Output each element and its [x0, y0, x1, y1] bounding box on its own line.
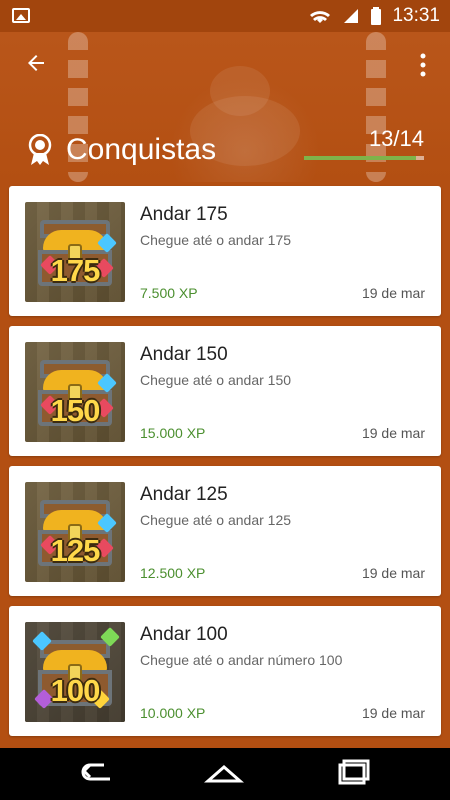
- achievement-card[interactable]: 125 Andar 125 Chegue até o andar 125 12.…: [9, 466, 441, 596]
- achievements-title: Conquistas: [66, 133, 217, 166]
- battery-icon: [371, 7, 382, 25]
- achievement-xp: 12.500 XP: [140, 565, 206, 581]
- nav-recents-icon[interactable]: [330, 757, 374, 791]
- achievement-date: 19 de mar: [361, 285, 425, 301]
- page-title: Conquistas: [26, 134, 216, 166]
- achievement-thumb-number: 125: [50, 533, 101, 568]
- achievement-title: Andar 175: [140, 204, 228, 225]
- achievement-thumbnail: 100: [25, 622, 125, 722]
- achievement-progress-text: 13/14: [368, 126, 424, 151]
- system-navigation-bar: [0, 748, 450, 800]
- wifi-icon: [310, 11, 331, 23]
- achievement-date: 19 de mar: [361, 425, 425, 441]
- status-icons: 13:31: [308, 5, 440, 27]
- achievement-card[interactable]: 175 Andar 175 Chegue até o andar 175 7.5…: [9, 186, 441, 316]
- achievement-card[interactable]: 100 Andar 100 Chegue até o andar número …: [9, 606, 441, 736]
- achievement-description: Chegue até o andar número 100: [140, 652, 343, 668]
- status-bar: 13:31: [0, 0, 450, 32]
- achievement-date: 19 de mar: [361, 565, 425, 581]
- achievement-xp: 7.500 XP: [140, 285, 198, 301]
- status-time: 13:31: [392, 5, 440, 26]
- more-vertical-icon[interactable]: [420, 53, 426, 77]
- achievement-thumbnail: 125: [25, 482, 125, 582]
- achievement-title: Andar 125: [140, 484, 228, 505]
- arrow-left-icon[interactable]: [24, 51, 48, 75]
- achievement-description: Chegue até o andar 150: [140, 372, 292, 388]
- achievement-thumbnail: 175: [25, 202, 125, 302]
- achievement-xp: 10.000 XP: [140, 705, 206, 721]
- achievement-thumbnail: 150: [25, 342, 125, 442]
- signal-icon: [344, 9, 359, 23]
- achievement-description: Chegue até o andar 125: [140, 512, 292, 528]
- achievement-progress-fill: [304, 156, 416, 160]
- image-icon: [12, 8, 30, 23]
- nav-back-icon[interactable]: [76, 757, 120, 791]
- achievement-list: 175 Andar 175 Chegue até o andar 175 7.5…: [9, 186, 441, 746]
- achievement-card[interactable]: 150 Andar 150 Chegue até o andar 150 15.…: [9, 326, 441, 456]
- achievement-date: 19 de mar: [361, 705, 425, 721]
- achievement-thumb-number: 100: [50, 673, 101, 708]
- achievement-thumb-number: 150: [50, 393, 101, 428]
- achievement-progress-bar: [304, 156, 424, 160]
- achievement-title: Andar 150: [140, 344, 228, 365]
- nav-home-icon[interactable]: [202, 757, 246, 791]
- achievement-thumb-number: 175: [50, 253, 101, 288]
- achievement-title: Andar 100: [140, 624, 228, 645]
- achievement-xp: 15.000 XP: [140, 425, 206, 441]
- achievement-description: Chegue até o andar 175: [140, 232, 292, 248]
- award-icon: [28, 134, 52, 165]
